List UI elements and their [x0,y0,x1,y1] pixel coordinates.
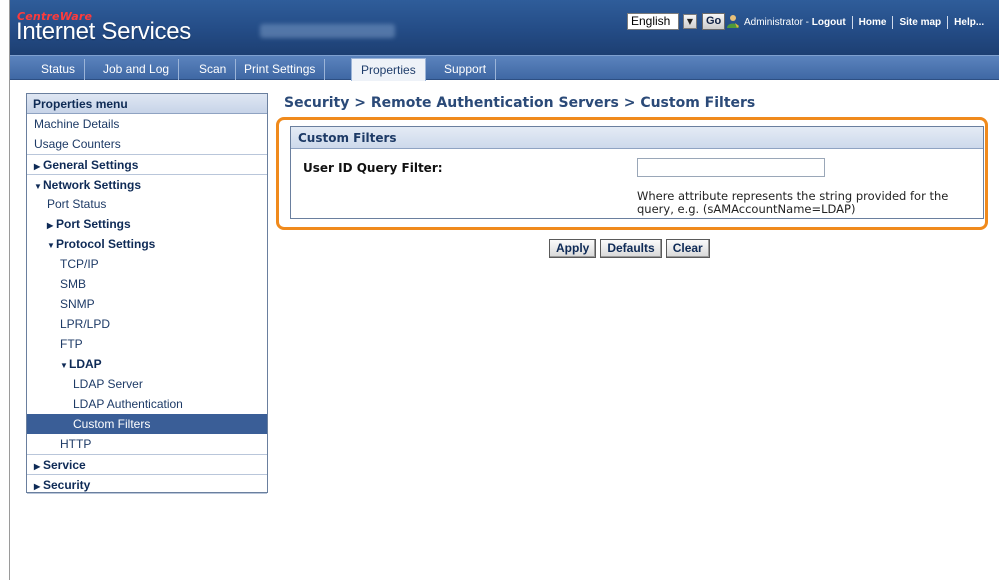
sidebar-item-label: Service [43,458,86,472]
sidebar-item-ldap-server[interactable]: LDAP Server [27,374,267,394]
sidebar-item-tcp-ip[interactable]: TCP/IP [27,254,267,274]
panel-title: Custom Filters [291,127,983,149]
properties-menu: Properties menu Machine Details Usage Co… [26,93,268,494]
sidebar-item-machine-details[interactable]: Machine Details [27,114,267,134]
tab-properties[interactable]: Properties [351,58,426,81]
sidebar-item-usage-counters[interactable]: Usage Counters [27,134,267,154]
chevron-down-icon: ▼ [60,361,68,370]
custom-filters-panel: Custom Filters User ID Query Filter: Whe… [290,126,984,219]
sidebar-item-label: Port Settings [56,217,131,231]
product-title: Internet Services [16,18,191,45]
sidebar-item-snmp[interactable]: SNMP [27,294,267,314]
sidebar-item-port-status[interactable]: Port Status [27,194,267,214]
user-name: Administrator [744,17,803,28]
sidebar-item-lpr-lpd[interactable]: LPR/LPD [27,314,267,334]
logout-link[interactable]: Logout [812,17,846,28]
user-id-query-filter-input[interactable] [637,158,825,177]
page-title-breadcrumb: Security > Remote Authentication Servers… [284,95,756,111]
sidebar-item-network-settings[interactable]: ▼Network Settings [27,174,267,194]
chevron-down-icon: ▼ [47,241,55,250]
language-select[interactable]: English [627,13,679,30]
tab-status[interactable]: Status [32,59,86,80]
sidebar-item-general-settings[interactable]: ▶ General Settings [27,154,267,174]
sidebar-item-service[interactable]: ▶ Service [27,454,267,474]
field-hint-text: Where attribute represents the string pr… [637,189,949,216]
sidebar-item-label: Protocol Settings [56,237,156,251]
site-map-link[interactable]: Site map [899,17,941,28]
top-navigation: Administrator - Logout Home Site map Hel… [744,16,984,29]
sidebar-item-security[interactable]: ▶ Security [27,474,267,494]
apply-button[interactable]: Apply [549,239,597,258]
sidebar-item-label: LDAP [69,357,102,371]
sidebar-item-custom-filters[interactable]: Custom Filters [27,414,267,434]
sidebar-item-protocol-settings[interactable]: ▼Protocol Settings [27,234,267,254]
main-tabs: Status Job and Log Scan Print Settings P… [10,55,999,81]
sidebar-item-ldap-authentication[interactable]: LDAP Authentication [27,394,267,414]
page-frame: CentreWare Internet Services English ▼ G… [9,0,999,580]
divider [892,16,894,29]
divider [947,16,949,29]
sidebar-item-label: Network Settings [43,178,142,192]
sidebar-item-http[interactable]: HTTP [27,434,267,454]
chevron-down-icon: ▼ [34,182,42,191]
device-hostname-redacted [260,24,395,38]
tab-job-and-log[interactable]: Job and Log [94,59,180,80]
sidebar-item-port-settings[interactable]: ▶ Port Settings [27,214,267,234]
chevron-down-icon[interactable]: ▼ [683,14,697,29]
user-icon [727,15,739,28]
user-separator: - [802,17,812,28]
home-link[interactable]: Home [859,17,887,28]
sidebar-item-label: General Settings [43,158,139,172]
sidebar-item-smb[interactable]: SMB [27,274,267,294]
defaults-button[interactable]: Defaults [600,239,662,258]
tab-support[interactable]: Support [435,59,497,80]
help-link[interactable]: Help... [954,17,984,28]
divider [851,16,853,29]
app-header: CentreWare Internet Services English ▼ G… [10,0,999,55]
go-button[interactable]: Go [702,13,726,30]
language-selector-group: English ▼ Go [627,13,726,30]
chevron-right-icon: ▶ [34,482,41,491]
chevron-right-icon: ▶ [47,221,54,230]
tab-scan[interactable]: Scan [190,59,237,80]
tab-print-settings[interactable]: Print Settings [235,59,326,80]
sidebar-item-label: Security [43,478,91,492]
clear-button[interactable]: Clear [665,239,710,258]
chevron-right-icon: ▶ [34,162,41,171]
sidebar-item-ldap[interactable]: ▼LDAP [27,354,267,374]
sidebar-item-ftp[interactable]: FTP [27,334,267,354]
chevron-right-icon: ▶ [34,462,41,471]
action-buttons: Apply Defaults Clear [549,239,710,258]
user-id-query-filter-label: User ID Query Filter: [303,161,443,175]
properties-menu-title: Properties menu [27,94,267,114]
